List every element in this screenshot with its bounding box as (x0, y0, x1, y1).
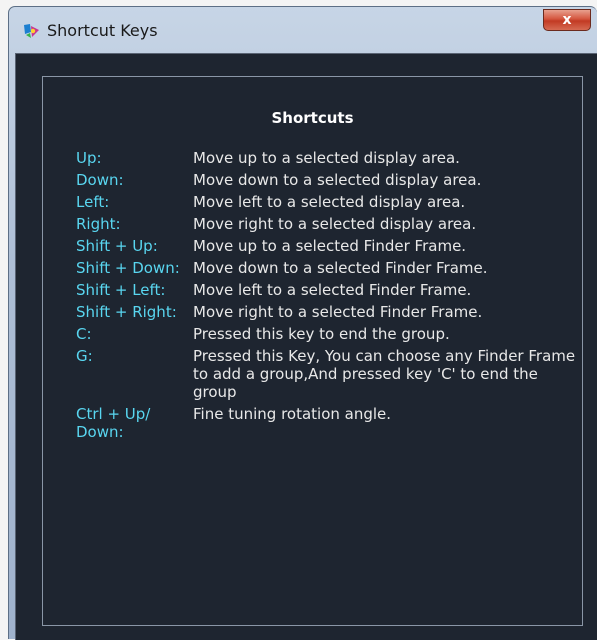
shortcut-row: C: Pressed this key to end the group. (76, 325, 576, 343)
shortcut-row: Right: Move right to a selected display a… (76, 215, 576, 233)
shortcut-row: Shift + Left: Move left to a selected Fin… (76, 281, 576, 299)
shortcut-description: Move up to a selected Finder Frame. (193, 237, 467, 255)
shortcut-row: Shift + Up: Move up to a selected Finder … (76, 237, 576, 255)
shortcut-key: Right: (76, 215, 121, 233)
shortcut-key: G: (76, 347, 93, 365)
shortcut-key: Shift + Up: (76, 237, 158, 255)
shortcuts-heading: Shortcuts (271, 109, 354, 127)
shortcut-keys-window: Shortcut Keys x Shortcuts Up: Move up to … (8, 6, 597, 640)
shortcut-description: Pressed this Key, You can choose any Fin… (193, 347, 576, 401)
shortcut-row: Left: Move left to a selected display are… (76, 193, 576, 211)
shortcut-description: Pressed this key to end the group. (193, 325, 450, 343)
shortcut-key: Shift + Down: (76, 259, 180, 277)
shortcut-description: Move right to a selected Finder Frame. (193, 303, 483, 321)
shortcut-description: Fine tuning rotation angle. (193, 405, 392, 423)
shortcut-description: Move down to a selected Finder Frame. (193, 259, 488, 277)
shortcut-description: Move left to a selected Finder Frame. (193, 281, 472, 299)
shortcut-description: Move up to a selected display area. (193, 149, 460, 167)
close-icon: x (562, 12, 572, 28)
shortcut-row: Shift + Right: Move right to a selected F… (76, 303, 576, 321)
shortcut-description: Move down to a selected display area. (193, 171, 482, 189)
shortcut-row: G: Pressed this Key, You can choose any F… (76, 347, 576, 401)
dialog-client-area: Shortcuts Up: Move up to a selected displ… (15, 53, 597, 640)
shortcut-row: Down: Move down to a selected display are… (76, 171, 576, 189)
shortcut-row: Ctrl + Up/ Down: Fine tuning rotation ang… (76, 405, 576, 441)
shortcut-key: C: (76, 325, 92, 343)
shortcut-description: Move left to a selected display area. (193, 193, 466, 211)
app-icon (23, 23, 41, 39)
shortcut-key: Shift + Left: (76, 281, 166, 299)
shortcut-key: Up: (76, 149, 102, 167)
window-title: Shortcut Keys (47, 21, 158, 40)
shortcut-key: Shift + Right: (76, 303, 177, 321)
shortcut-key: Ctrl + Up/ Down: (76, 405, 151, 441)
shortcut-description: Move right to a selected display area. (193, 215, 477, 233)
shortcut-row: Up: Move up to a selected display area. (76, 149, 576, 167)
title-bar[interactable]: Shortcut Keys x (9, 7, 597, 51)
shortcut-key: Left: (76, 193, 110, 211)
shortcut-key: Down: (76, 171, 124, 189)
shortcut-row: Shift + Down: Move down to a selected Fin… (76, 259, 576, 277)
close-button[interactable]: x (543, 9, 591, 31)
shortcuts-panel: Shortcuts Up: Move up to a selected displ… (42, 76, 583, 626)
shortcut-list: Up: Move up to a selected display area. Do… (76, 149, 576, 445)
